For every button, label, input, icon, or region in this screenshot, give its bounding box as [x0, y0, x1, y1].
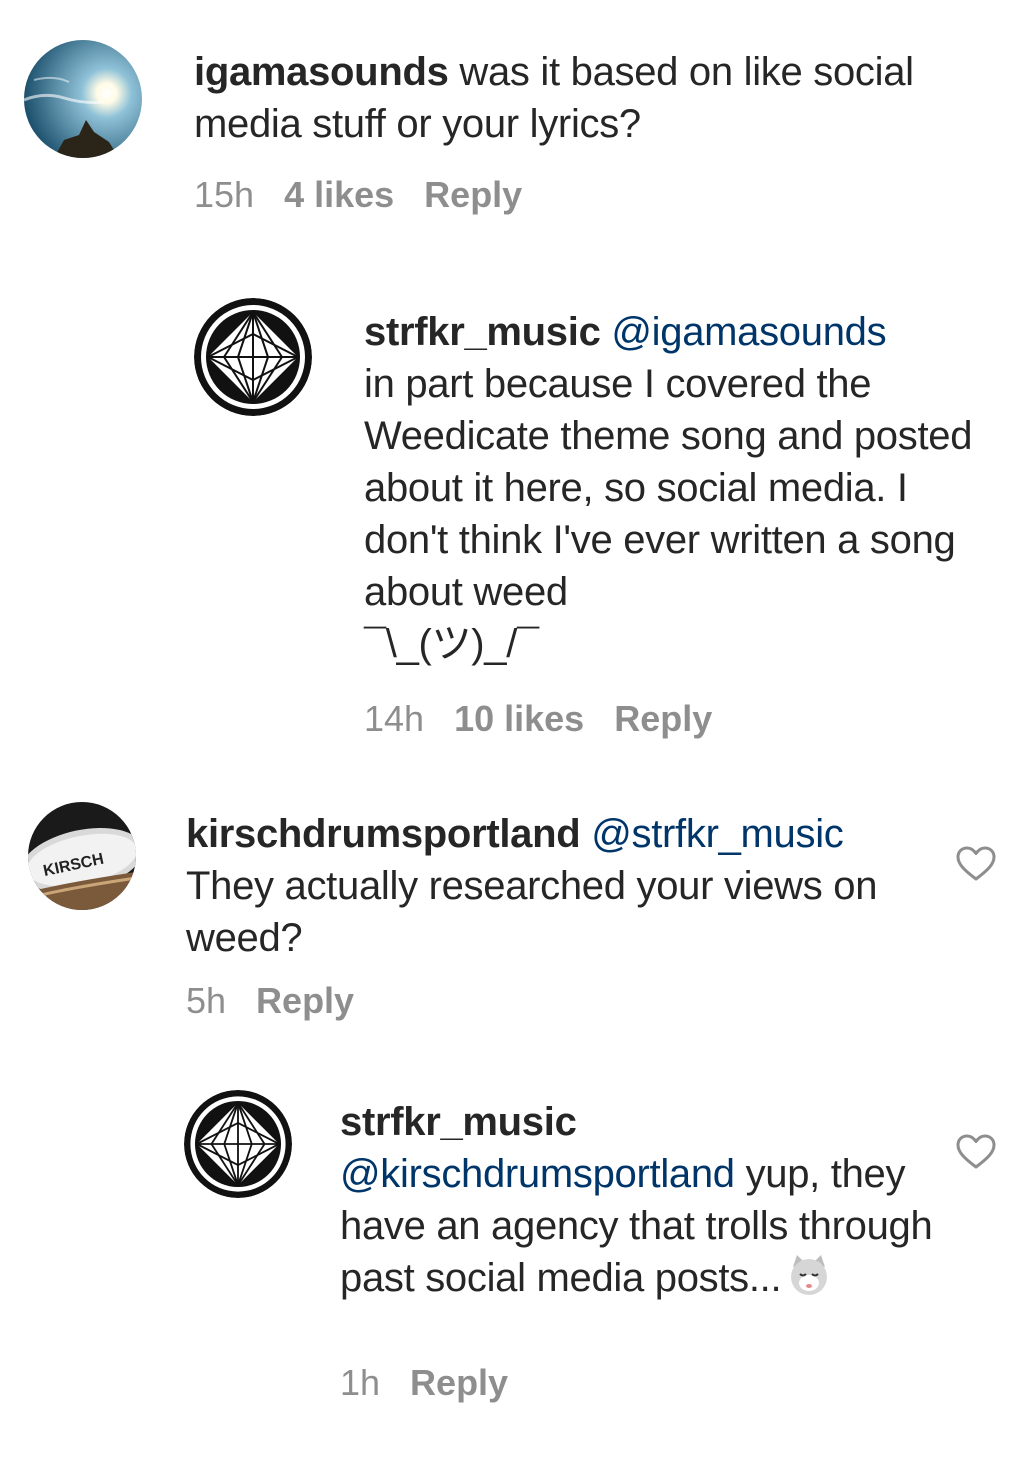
likes-count[interactable]: 4 likes — [284, 174, 394, 215]
shrug-text: ¯\_(ツ)_/¯ — [364, 622, 539, 666]
geometric-logo-avatar-icon — [194, 298, 312, 416]
comment-strfkr-reply-2: strfkr_music @kirschdrumsportland yup, t… — [0, 1080, 1031, 1440]
comment-time: 14h — [364, 698, 425, 739]
comment-body: strfkr_music @kirschdrumsportland yup, t… — [340, 1096, 940, 1304]
mention-link[interactable]: @igamasounds — [611, 310, 886, 354]
sky-sun-avatar-icon — [24, 40, 142, 158]
comment-body: strfkr_music @igamasounds in part becaus… — [364, 306, 984, 670]
comment-username[interactable]: igamasounds — [194, 50, 449, 94]
comment-meta: 1h Reply — [340, 1362, 538, 1404]
likes-count[interactable]: 10 likes — [454, 698, 584, 739]
like-button[interactable] — [956, 1134, 996, 1170]
comment-kirschdrumsportland: KIRSCH kirschdrumsportland @strfkr_music… — [0, 790, 1031, 1040]
comment-time: 1h — [340, 1362, 381, 1403]
comment-meta: 14h 10 likes Reply — [364, 698, 742, 740]
comment-text: They actually researched your views on w… — [186, 864, 878, 960]
geometric-logo-avatar-icon — [184, 1090, 292, 1198]
avatar[interactable]: KIRSCH — [28, 802, 136, 910]
heart-outline-icon — [956, 846, 996, 881]
comment-meta: 15h 4 likes Reply — [194, 174, 552, 216]
kirsch-drum-avatar-icon: KIRSCH — [28, 802, 136, 910]
reply-button[interactable]: Reply — [410, 1362, 508, 1403]
reply-button[interactable]: Reply — [614, 698, 712, 739]
comment-meta: 5h Reply — [186, 980, 384, 1022]
comment-time: 15h — [194, 174, 255, 215]
avatar[interactable] — [24, 40, 142, 158]
comment-strfkr-reply-1: strfkr_music @igamasounds in part becaus… — [0, 280, 1031, 760]
comment-username[interactable]: kirschdrumsportland — [186, 812, 581, 856]
comment-body: kirschdrumsportland @strfkr_music They a… — [186, 808, 926, 964]
avatar[interactable] — [184, 1090, 292, 1198]
comment-time: 5h — [186, 980, 227, 1021]
like-button[interactable] — [956, 846, 996, 882]
mention-link[interactable]: @strfkr_music — [591, 812, 844, 856]
comment-text: in part because I covered the Weedicate … — [364, 362, 973, 614]
comment-body: igamasounds was it based on like social … — [194, 46, 954, 150]
comment-username[interactable]: strfkr_music — [340, 1100, 577, 1144]
heart-outline-icon — [956, 1134, 996, 1169]
reply-button[interactable]: Reply — [256, 980, 354, 1021]
reply-button[interactable]: Reply — [424, 174, 522, 215]
avatar[interactable] — [194, 298, 312, 416]
comment-username[interactable]: strfkr_music — [364, 310, 601, 354]
comment-igamasounds: igamasounds was it based on like social … — [0, 0, 1031, 240]
mention-link[interactable]: @kirschdrumsportland — [340, 1152, 735, 1196]
cat-face-emoji-icon — [787, 1253, 831, 1297]
